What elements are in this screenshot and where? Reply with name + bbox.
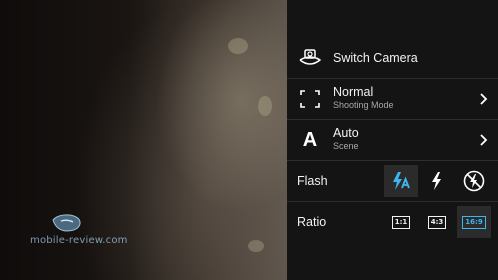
scene-item[interactable]: A Auto Scene — [287, 120, 498, 160]
ratio-row: Ratio 1:1 4:3 16:9 — [287, 202, 498, 242]
ratio-4-3-text: 4:3 — [427, 215, 447, 229]
flash-off-button[interactable] — [457, 165, 491, 197]
shooting-mode-value: Normal — [333, 85, 374, 99]
viewfinder-highlight — [258, 96, 272, 116]
ratio-1-1-text: 1:1 — [391, 215, 411, 229]
camera-settings-panel: Switch Camera Normal Shooting Mode A Aut… — [287, 0, 498, 280]
shooting-mode-item[interactable]: Normal Shooting Mode — [287, 79, 498, 119]
ratio-label: Ratio — [297, 215, 327, 229]
flash-auto-button[interactable] — [384, 165, 418, 197]
flash-label: Flash — [297, 174, 328, 188]
flash-on-button[interactable] — [420, 165, 454, 197]
scene-icon: A — [302, 128, 318, 151]
chevron-right-icon — [480, 93, 488, 105]
shooting-mode-label: Shooting Mode — [333, 100, 394, 110]
scene-value: Auto — [333, 126, 359, 140]
flash-off-icon — [463, 170, 485, 192]
ratio-1-1-button[interactable]: 1:1 — [384, 206, 418, 238]
switch-camera-label: Switch Camera — [333, 51, 418, 65]
flash-on-icon — [432, 172, 441, 190]
watermark-logo-icon — [52, 214, 81, 232]
switch-camera-item[interactable]: Switch Camera — [287, 38, 498, 78]
viewfinder-highlight — [228, 38, 248, 54]
flash-auto-icon — [393, 172, 410, 190]
camera-viewfinder[interactable]: mobile-review.com — [0, 0, 287, 280]
scene-label: Scene — [333, 141, 359, 151]
chevron-right-icon — [480, 134, 488, 146]
ratio-16-9-button[interactable]: 16:9 — [457, 206, 491, 238]
ratio-4-3-button[interactable]: 4:3 — [420, 206, 454, 238]
flash-row: Flash — [287, 161, 498, 201]
viewfinder-highlight — [248, 240, 264, 252]
focus-frame-icon — [297, 86, 323, 112]
ratio-16-9-text: 16:9 — [462, 215, 486, 229]
switch-camera-icon — [297, 45, 323, 71]
watermark-text: mobile-review.com — [30, 235, 128, 246]
